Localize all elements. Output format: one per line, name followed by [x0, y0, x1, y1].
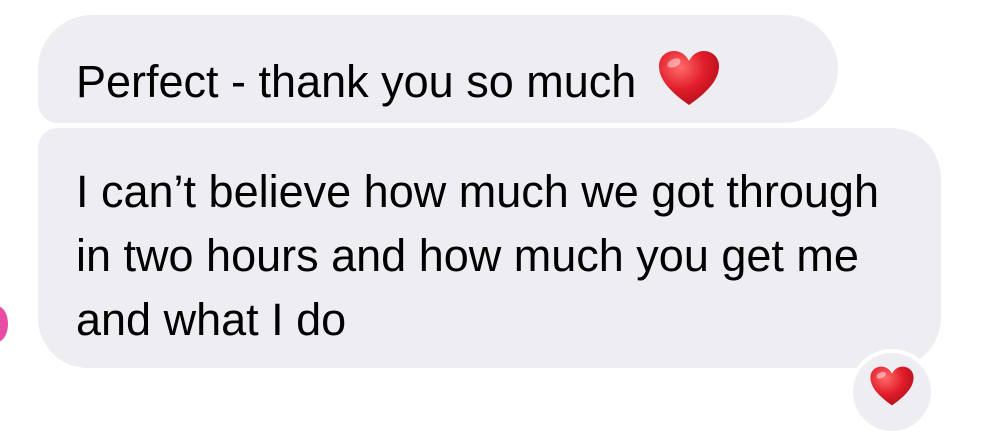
- message-bubble[interactable]: I can’t believe how much we got through …: [38, 128, 941, 368]
- message-bubble[interactable]: Perfect - thank you so much: [38, 15, 838, 123]
- heart-icon: [658, 51, 719, 105]
- message-text: I can’t believe how much we got through …: [76, 166, 879, 345]
- reaction-badge[interactable]: [849, 349, 935, 435]
- contact-avatar[interactable]: [0, 306, 8, 342]
- message-text: Perfect - thank you so much: [76, 56, 637, 107]
